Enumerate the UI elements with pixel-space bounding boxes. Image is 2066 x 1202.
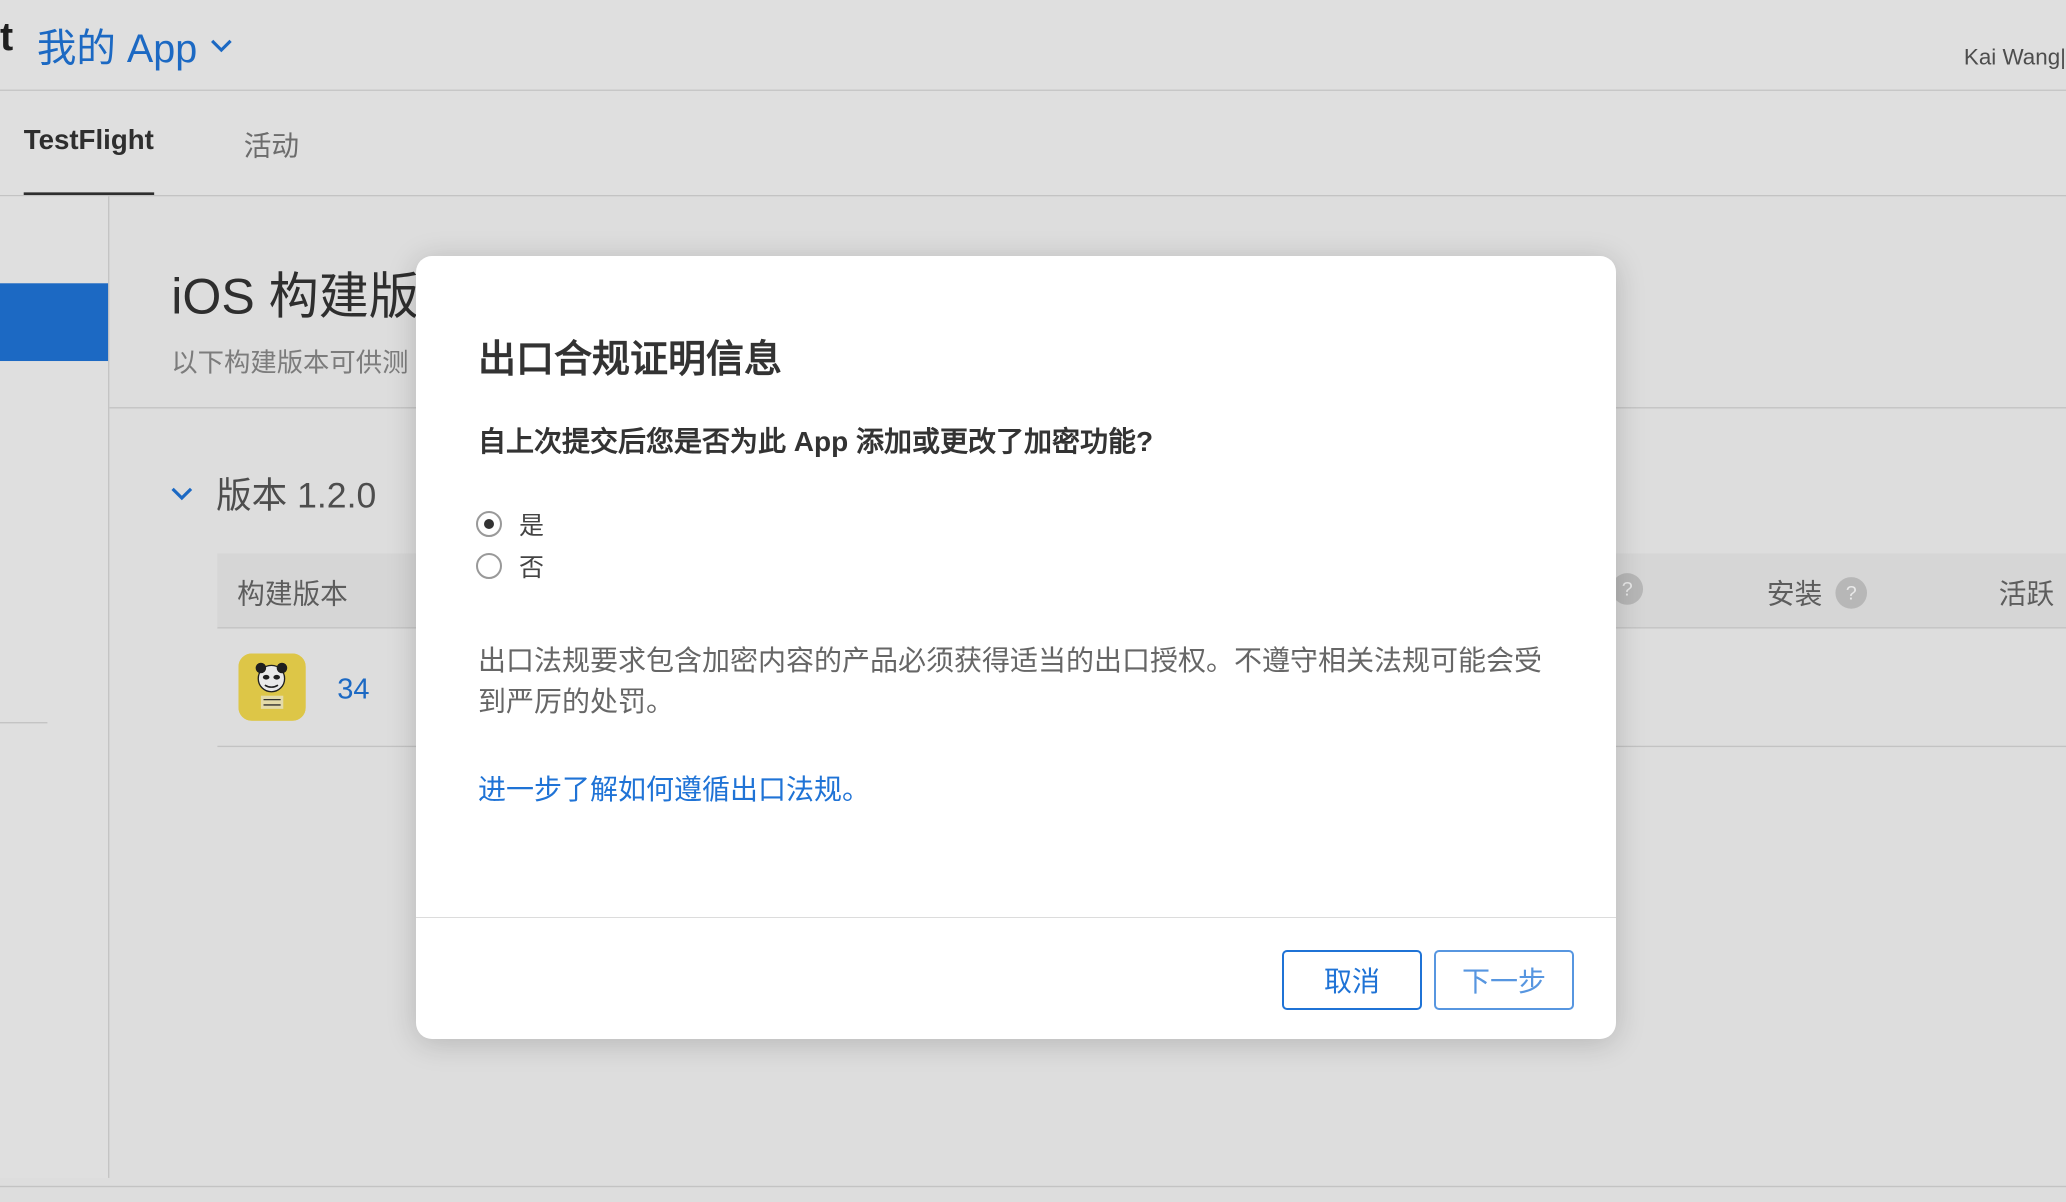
- dialog-question: 自上次提交后您是否为此 App 添加或更改了加密功能?: [478, 426, 1154, 457]
- radio-button-unselected[interactable]: [476, 553, 502, 579]
- radio-button-selected[interactable]: [476, 511, 502, 537]
- export-compliance-dialog: 出口合规证明信息 自上次提交后您是否为此 App 添加或更改了加密功能? 是 否…: [416, 256, 1616, 1039]
- dialog-title: 出口合规证明信息: [478, 339, 783, 381]
- dialog-footer-divider: [416, 917, 1616, 918]
- cancel-button[interactable]: 取消: [1282, 950, 1422, 1010]
- dialog-description: 出口法规要求包含加密内容的产品必须获得适当的出口授权。不遵守相关法规可能会受到严…: [478, 645, 1543, 717]
- learn-more-link[interactable]: 进一步了解如何遵循出口法规。: [478, 768, 870, 808]
- radio-label-yes: 是: [519, 512, 545, 540]
- radio-option-no[interactable]: 否: [476, 548, 544, 584]
- radio-label-no: 否: [519, 554, 545, 582]
- next-button[interactable]: 下一步: [1434, 950, 1574, 1010]
- radio-option-yes[interactable]: 是: [476, 506, 544, 542]
